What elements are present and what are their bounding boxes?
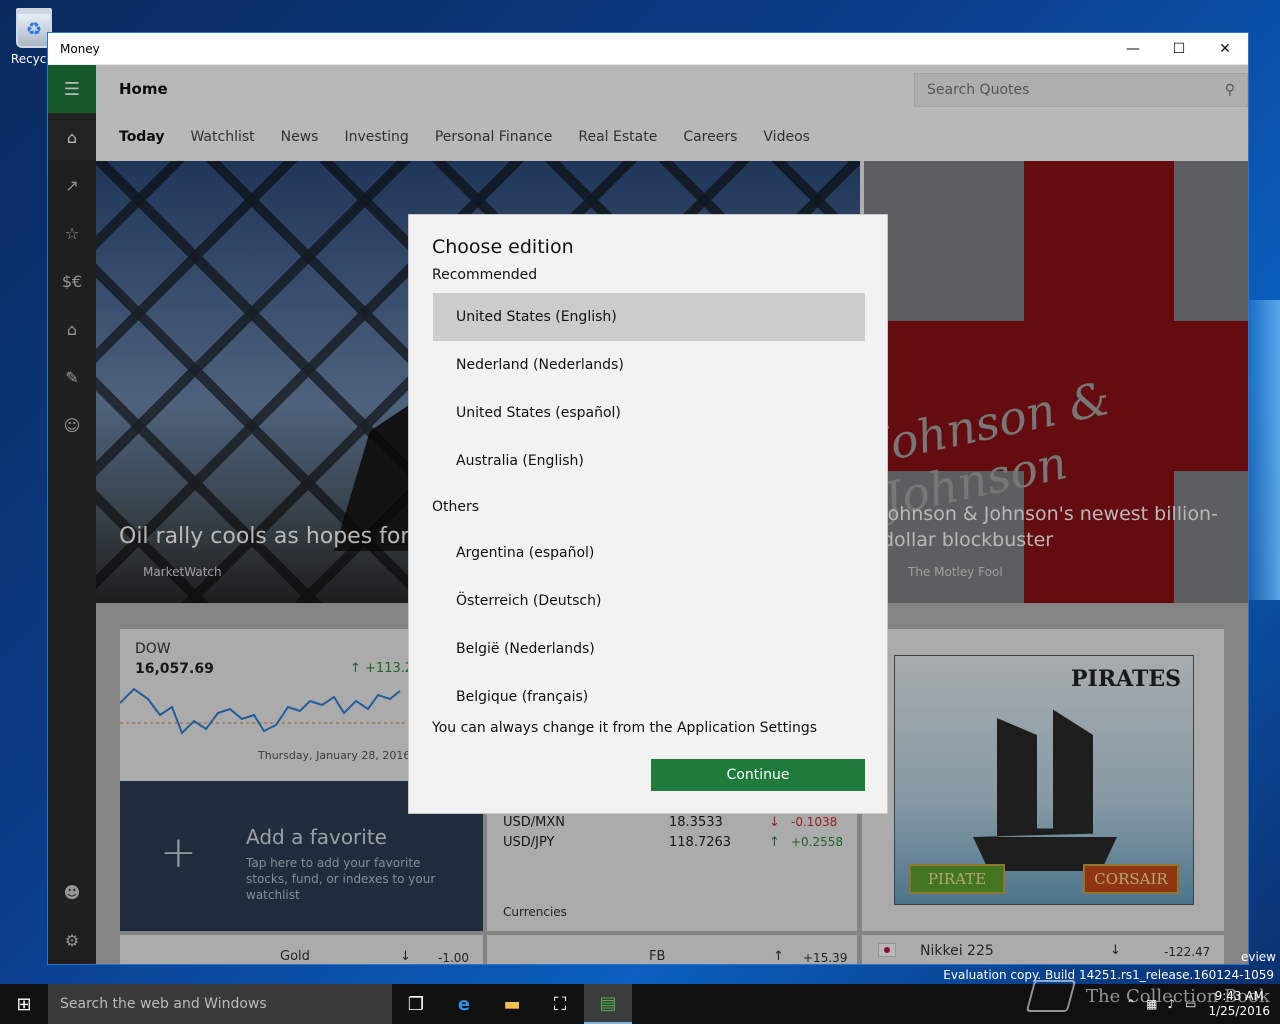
- task-view-icon[interactable]: ❐: [392, 984, 440, 1024]
- preview-fragment: eview: [1240, 950, 1276, 964]
- file-explorer-icon[interactable]: ▬: [488, 984, 536, 1024]
- edition-label: Belgique (français): [456, 689, 589, 705]
- others-label: Others: [432, 499, 480, 515]
- watermark-text: The Collection Book: [1086, 985, 1270, 1007]
- maximize-button[interactable]: ☐: [1156, 33, 1202, 64]
- edition-label: United States (español): [456, 405, 621, 421]
- edition-label: United States (English): [456, 309, 617, 325]
- windows-start-icon[interactable]: ⊞: [0, 984, 48, 1024]
- edition-label: Argentina (español): [456, 545, 595, 561]
- edge-browser-icon[interactable]: e: [440, 984, 488, 1024]
- dialog-title: Choose edition: [432, 236, 574, 258]
- edition-option[interactable]: United States (español): [433, 389, 865, 437]
- close-button[interactable]: ✕: [1202, 33, 1248, 64]
- edition-option[interactable]: Österreich (Deutsch): [433, 577, 865, 625]
- window-title: Money: [60, 41, 100, 56]
- choose-edition-dialog: Choose edition Recommended United States…: [408, 214, 888, 814]
- money-app-icon[interactable]: ▤: [584, 984, 632, 1024]
- edition-option[interactable]: Belgique (français): [433, 673, 865, 721]
- book-logo-icon: [1025, 980, 1077, 1012]
- taskbar-search-placeholder: Search the web and Windows: [60, 996, 267, 1012]
- edition-option[interactable]: Australia (English): [433, 437, 865, 485]
- recommended-label: Recommended: [432, 267, 538, 283]
- title-bar[interactable]: Money — ☐ ✕: [48, 33, 1248, 65]
- edition-label: België (Nederlands): [456, 641, 595, 657]
- minimize-button[interactable]: —: [1110, 33, 1156, 64]
- edition-label: Australia (English): [456, 453, 584, 469]
- taskbar-search-input[interactable]: Search the web and Windows: [48, 984, 392, 1024]
- edition-label: Österreich (Deutsch): [456, 593, 602, 609]
- edition-option[interactable]: United States (English): [433, 293, 865, 341]
- edition-label: Nederland (Nederlands): [456, 357, 624, 373]
- continue-button[interactable]: Continue: [651, 759, 865, 791]
- store-icon[interactable]: ⛶: [536, 984, 584, 1024]
- edition-option[interactable]: Nederland (Nederlands): [433, 341, 865, 389]
- collection-book-watermark: The Collection Book: [1025, 972, 1270, 1020]
- edition-option[interactable]: Argentina (español): [433, 529, 865, 577]
- edition-option[interactable]: België (Nederlands): [433, 625, 865, 673]
- settings-note: You can always change it from the Applic…: [432, 720, 818, 736]
